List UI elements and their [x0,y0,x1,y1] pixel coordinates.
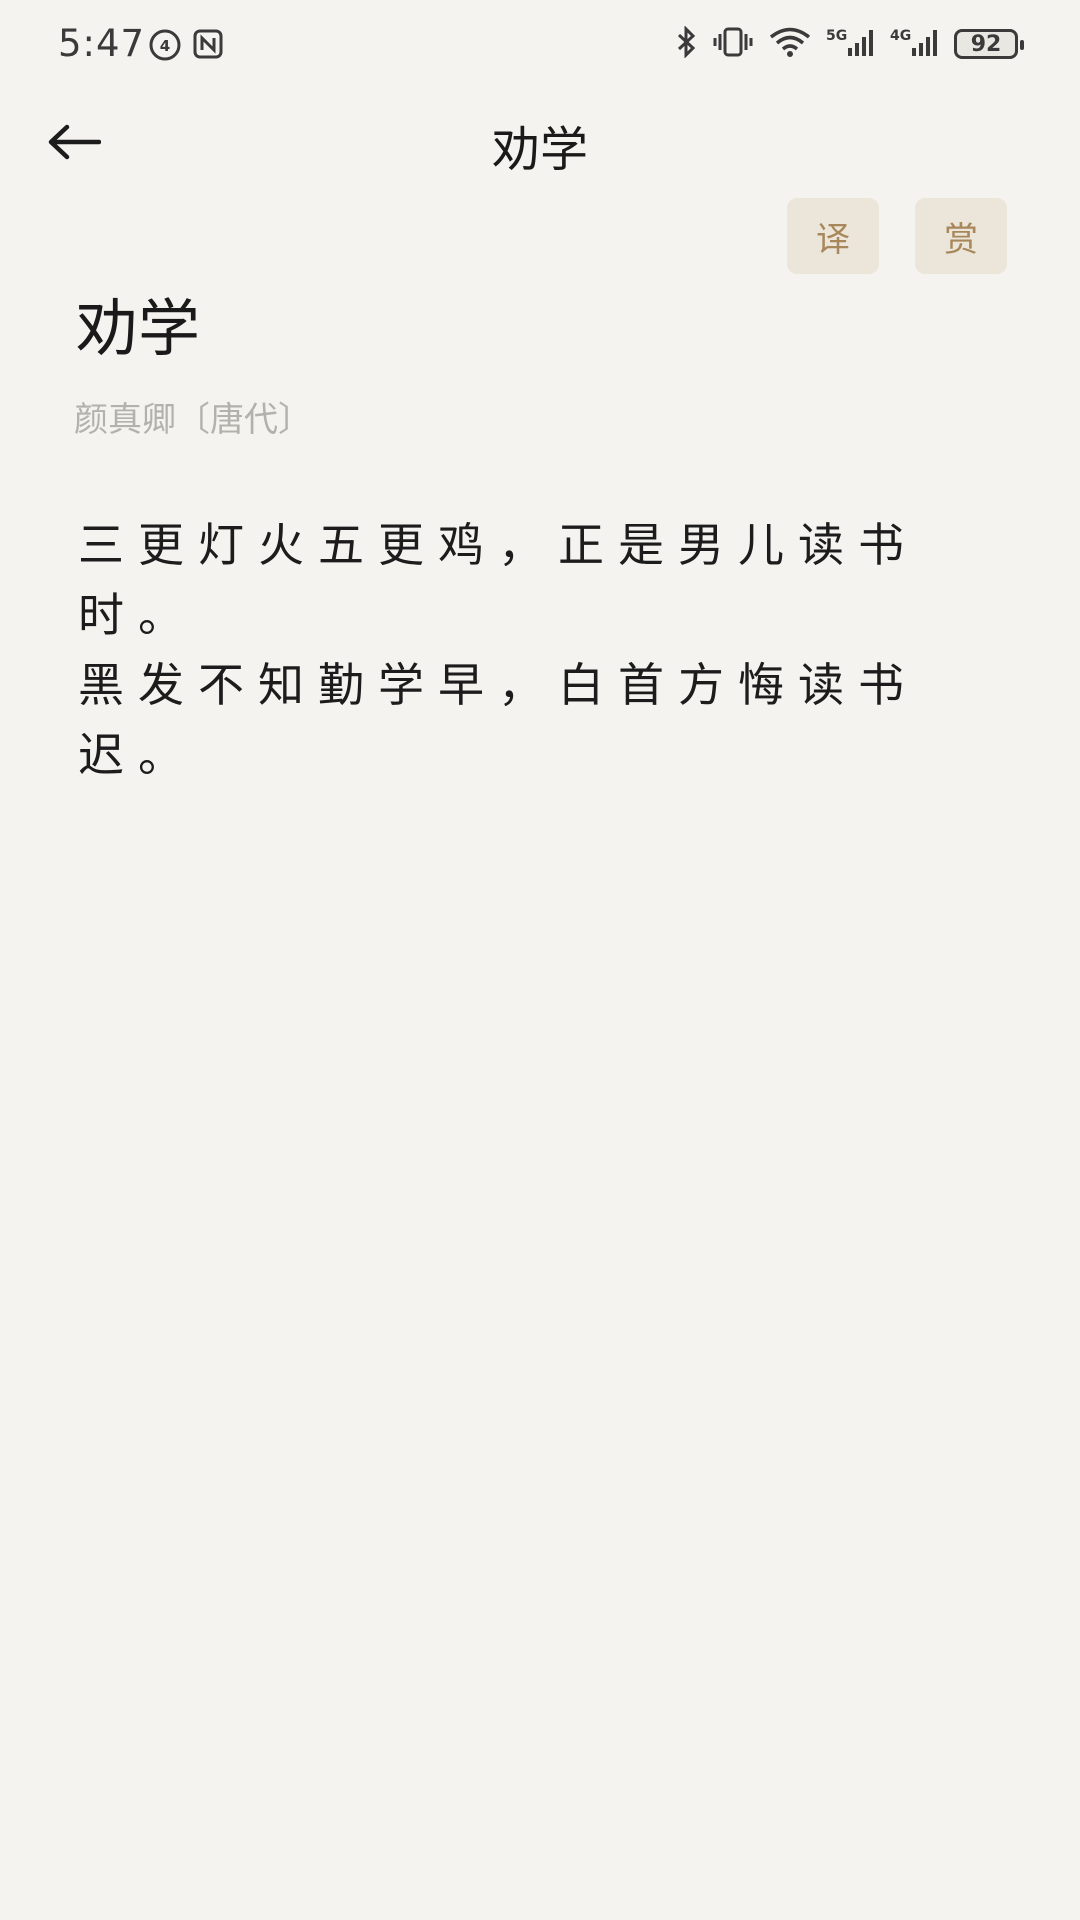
status-right-icons: 5G 4G 92 [676,25,1024,62]
bluetooth-icon [676,25,698,62]
screen: 5:47 4 5G 4G 92 劝学 译 赏 劝学 颜真卿〔唐代〕 三更灯火五更… [0,0,1080,1920]
poem-author: 颜真卿〔唐代〕 [74,400,312,440]
status-bar: 5:47 4 5G 4G 92 [0,0,1080,88]
translate-button[interactable]: 译 [787,198,879,274]
svg-text:4G: 4G [890,28,911,44]
hd-call-icon: 4 [148,28,182,66]
page-title: 劝学 [491,122,588,178]
poem-line: 三更灯火五更鸡，正是男儿读书时。 [78,518,918,642]
svg-text:5G: 5G [826,28,847,44]
signal-5g-icon: 5G [826,26,876,62]
poem-title: 劝学 [76,292,201,365]
status-time: 5:47 [58,22,146,65]
appreciate-button[interactable]: 赏 [915,198,1007,274]
nfc-icon [192,28,224,66]
poem-body: 三更灯火五更鸡，正是男儿读书时。 黑发不知勤学早，白首方悔读书迟。 [78,510,938,790]
battery-indicator: 92 [954,29,1024,59]
signal-4g-icon: 4G [890,26,940,62]
vibrate-icon [712,26,754,62]
svg-text:4: 4 [160,37,170,55]
poem-line: 黑发不知勤学早，白首方悔读书迟。 [78,658,918,782]
wifi-icon [768,26,812,62]
status-left-icons: 4 [148,28,224,66]
